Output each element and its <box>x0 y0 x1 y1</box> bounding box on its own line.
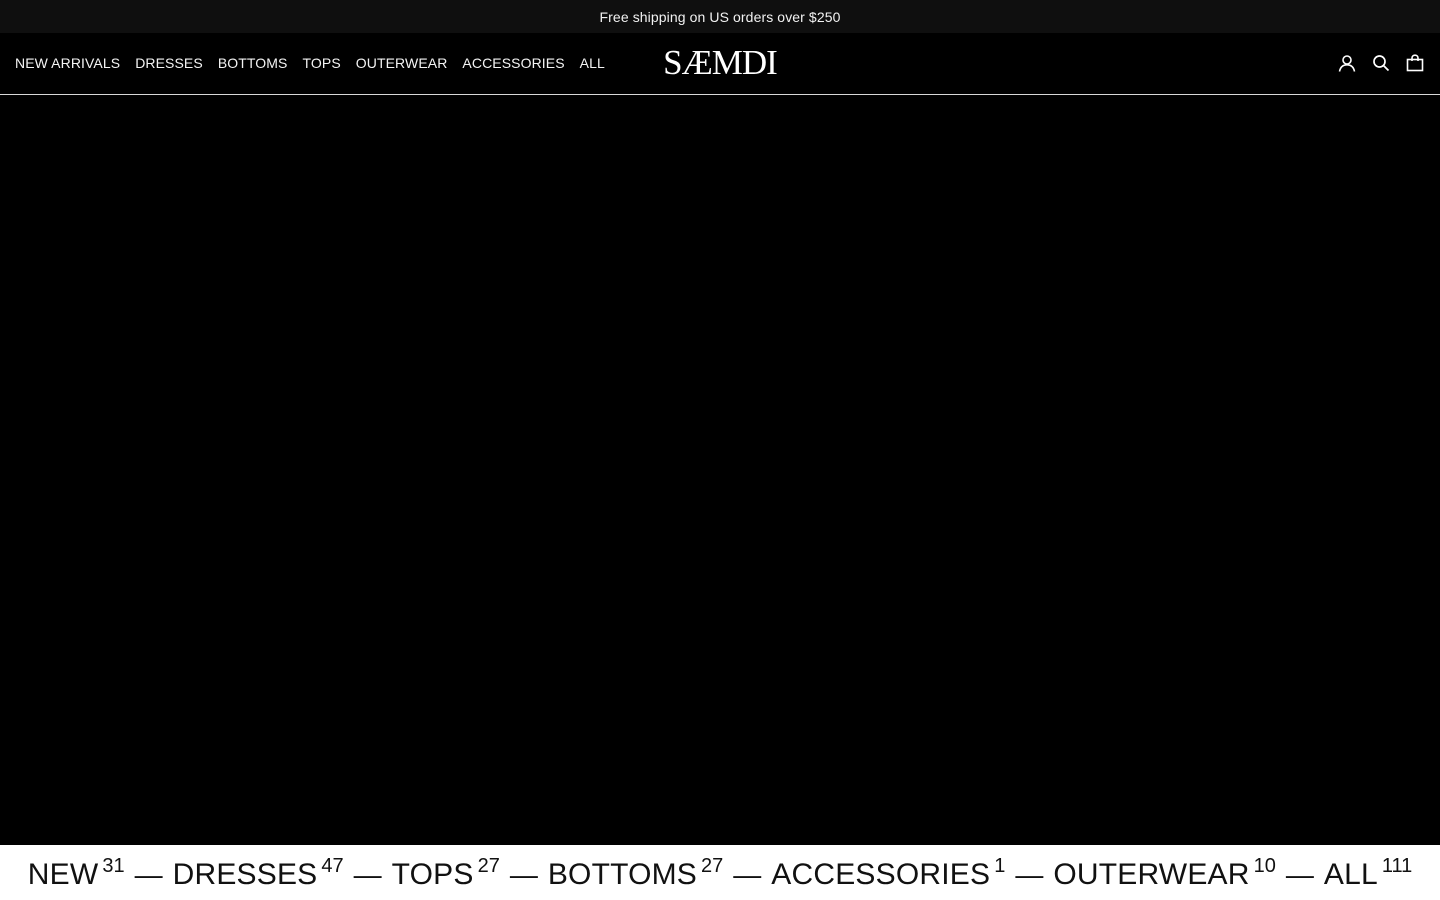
category-separator: — <box>353 858 382 890</box>
category-count: 31 <box>102 854 125 877</box>
announcement-text: Free shipping on US orders over $250 <box>599 8 841 25</box>
category-name: TOPS <box>391 857 474 891</box>
category-separator: — <box>134 858 163 890</box>
nav-link-outerwear[interactable]: OUTERWEAR <box>356 55 448 71</box>
category-link-outerwear[interactable]: OUTERWEAR 10 <box>1053 854 1276 892</box>
cart-icon[interactable] <box>1405 53 1425 73</box>
search-icon[interactable] <box>1371 53 1391 73</box>
category-name: NEW <box>27 857 99 891</box>
nav-link-all[interactable]: ALL <box>580 55 605 71</box>
category-name: DRESSES <box>172 857 318 891</box>
category-count: 27 <box>701 854 724 877</box>
nav-link-dresses[interactable]: DRESSES <box>135 55 203 71</box>
category-name: ACCESSORIES <box>771 857 991 891</box>
category-name: ALL <box>1323 857 1378 891</box>
category-count: 10 <box>1253 854 1276 877</box>
category-separator: — <box>509 858 538 890</box>
main-nav: NEW ARRIVALS DRESSES BOTTOMS TOPS OUTERW… <box>15 33 605 93</box>
nav-link-new-arrivals[interactable]: NEW ARRIVALS <box>15 55 120 71</box>
site-header: NEW ARRIVALS DRESSES BOTTOMS TOPS OUTERW… <box>0 33 1440 95</box>
category-count: 47 <box>321 854 344 877</box>
brand-logo[interactable]: SÆMDI <box>620 41 820 85</box>
category-link-accessories[interactable]: ACCESSORIES 1 <box>771 854 1006 892</box>
nav-link-accessories[interactable]: ACCESSORIES <box>462 55 564 71</box>
category-name: OUTERWEAR <box>1053 857 1250 891</box>
announcement-bar: Free shipping on US orders over $250 <box>0 0 1440 33</box>
nav-link-tops[interactable]: TOPS <box>303 55 341 71</box>
nav-link-bottoms[interactable]: BOTTOMS <box>218 55 288 71</box>
account-icon[interactable] <box>1337 53 1357 73</box>
category-count: 27 <box>477 854 500 877</box>
category-separator: — <box>1285 858 1314 890</box>
category-link-all[interactable]: ALL 111 <box>1323 854 1413 892</box>
category-count: 111 <box>1381 854 1413 877</box>
category-index-bar: NEW 31 — DRESSES 47 — TOPS 27 — BOTTOMS 27 —… <box>0 845 1440 900</box>
hero-banner <box>0 95 1440 845</box>
category-name: BOTTOMS <box>547 857 698 891</box>
category-link-new[interactable]: NEW 31 <box>27 854 125 892</box>
category-list: NEW 31 — DRESSES 47 — TOPS 27 — BOTTOMS 27 —… <box>27 854 1413 892</box>
category-link-bottoms[interactable]: BOTTOMS 27 <box>547 854 724 892</box>
header-icons <box>1337 33 1425 93</box>
category-link-dresses[interactable]: DRESSES 47 <box>172 854 344 892</box>
category-separator: — <box>1015 858 1044 890</box>
category-separator: — <box>733 858 762 890</box>
category-link-tops[interactable]: TOPS 27 <box>391 854 500 892</box>
category-count: 1 <box>994 854 1006 877</box>
